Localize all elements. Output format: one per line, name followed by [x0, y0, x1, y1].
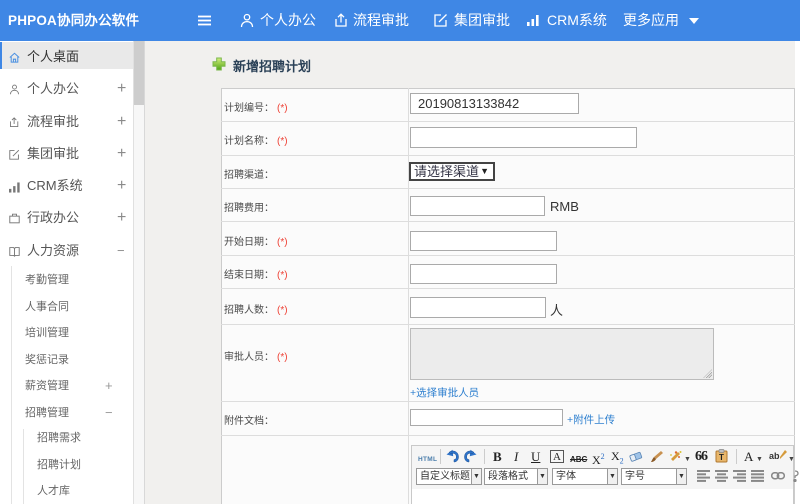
svg-text:T: T	[719, 453, 724, 462]
